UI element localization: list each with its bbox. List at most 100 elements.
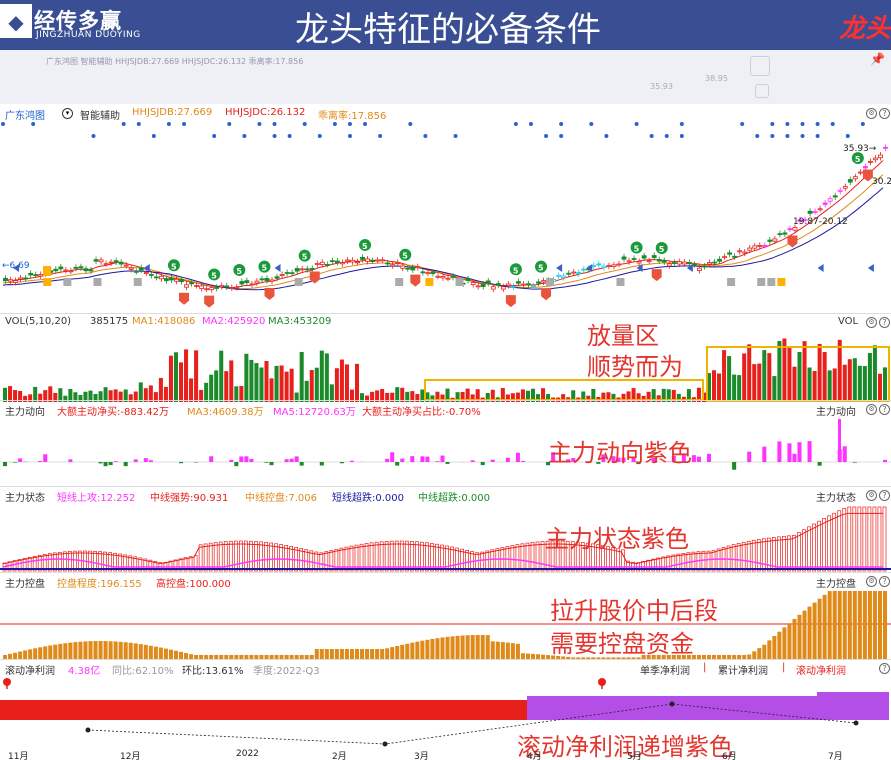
stack-icon[interactable]	[755, 84, 769, 98]
vol-bar	[63, 395, 68, 402]
zlkp-indicator-bar: 主力控盘 控盘程度:196.155 高控盘:100.000 主力控盘	[0, 575, 891, 590]
tab-rolling[interactable]: 滚动净利润	[796, 662, 846, 677]
zlkp-bar	[118, 641, 123, 659]
candle-body	[495, 283, 501, 286]
zldx-bar	[289, 458, 294, 462]
candle-body	[742, 251, 748, 254]
vol-bar	[862, 366, 867, 402]
kline-gear-icon[interactable]: ⚙	[866, 108, 877, 119]
zldx-bar	[395, 462, 400, 466]
sell-marker	[264, 287, 275, 300]
candle-body	[244, 280, 250, 284]
signal-tag	[294, 278, 303, 286]
vol-bar	[339, 359, 344, 402]
zlkp-gear-icon[interactable]: ⚙	[866, 576, 877, 587]
zlkp-bar	[148, 645, 153, 659]
zlkp-bar	[344, 649, 349, 659]
candle-body	[148, 274, 154, 276]
candle-body	[445, 277, 451, 280]
profit-value: 4.38亿	[68, 666, 101, 677]
zlkp-bar	[867, 591, 872, 659]
vol-bar	[792, 366, 797, 402]
zlkp-bar	[415, 641, 420, 659]
vol-bar	[244, 353, 249, 402]
signal-dot	[121, 122, 126, 126]
vol-bar	[173, 352, 178, 402]
buy-marker-text: 5	[855, 155, 861, 164]
pin-icon[interactable]: 📌	[870, 52, 885, 66]
vol-bar	[324, 353, 329, 402]
zlkp-bar	[837, 591, 842, 659]
screen: ◆ 经传多赢 JINGZHUAN DUOYING 龙头特征的必备条件 龙头 广东…	[0, 0, 891, 760]
zlkp-bar	[48, 645, 53, 659]
vol-bar	[797, 351, 802, 402]
candle-body	[395, 262, 401, 264]
candle-body	[817, 208, 823, 211]
tab-single-quarter[interactable]: 单季净利润	[640, 662, 690, 677]
candle-body	[510, 285, 516, 288]
signal-dot	[740, 122, 745, 126]
zlkp-bar	[178, 651, 184, 659]
zlkp-bar	[762, 644, 767, 659]
zlkp-help-icon[interactable]: ?	[879, 576, 890, 587]
signal-dot	[242, 134, 247, 138]
zldx-bar	[299, 462, 304, 466]
vol-bar	[802, 341, 807, 402]
zldx-bar	[43, 454, 48, 462]
zldx-help-icon[interactable]: ?	[879, 404, 890, 415]
vol-bar	[214, 370, 219, 402]
signal-dot	[634, 122, 639, 126]
zlkp-bar	[455, 635, 460, 659]
zldx-bar	[400, 458, 405, 462]
candle-body	[762, 244, 768, 247]
zlzt-bar	[842, 507, 847, 572]
candle-body	[174, 278, 179, 282]
candle-body	[385, 262, 391, 265]
zldx-bar	[882, 459, 887, 462]
signal-dot	[332, 122, 337, 126]
zldx-bar	[244, 456, 249, 462]
profit-yoy: 同比:62.10%	[112, 666, 174, 677]
dropdown-icon[interactable]: ▾	[62, 108, 73, 119]
vol-help-icon[interactable]: ?	[879, 317, 890, 328]
divider	[0, 486, 891, 487]
candle-body	[526, 283, 531, 286]
x-tick-label: 6月	[722, 752, 737, 760]
candle-body	[873, 157, 878, 161]
zlzt-help-icon[interactable]: ?	[879, 490, 890, 501]
candle-body	[425, 272, 431, 275]
candle-body	[123, 264, 129, 267]
tab-cumulative[interactable]: 累计净利润	[718, 662, 768, 677]
zlkp-bar	[757, 648, 762, 659]
candle-body	[480, 283, 486, 287]
sell-marker	[651, 269, 662, 282]
layers-icon[interactable]	[750, 56, 770, 76]
profit-help-icon[interactable]: ?	[879, 663, 890, 674]
zldx-bar	[490, 459, 495, 462]
candle-body	[566, 272, 572, 275]
blurred-num-2: 35.93	[650, 82, 673, 91]
candle-body	[470, 282, 476, 285]
zlzt-bar	[787, 535, 791, 572]
zlkp-bar	[400, 644, 405, 659]
candle-body	[345, 259, 350, 262]
vol-gear-icon[interactable]: ⚙	[866, 317, 877, 328]
zlzt-bar	[802, 529, 806, 572]
candle-body	[641, 255, 647, 259]
kline-help-icon[interactable]: ?	[879, 108, 890, 119]
candle-body	[601, 265, 607, 268]
vol-bar	[777, 341, 782, 402]
candle-body	[209, 287, 215, 291]
candle-body	[350, 259, 355, 263]
candle-body	[581, 268, 587, 271]
signal-dot	[378, 134, 383, 138]
candle-body	[214, 286, 220, 289]
zlzt-gear-icon[interactable]: ⚙	[866, 490, 877, 501]
zlzt-bar	[807, 526, 811, 572]
signal-dot	[317, 134, 322, 138]
zldx-gear-icon[interactable]: ⚙	[866, 404, 877, 415]
zlkp-bar	[334, 649, 339, 659]
zlzt-bar	[857, 506, 862, 572]
range-label: 19.87-20.12	[793, 217, 848, 227]
candle-body	[440, 276, 446, 279]
